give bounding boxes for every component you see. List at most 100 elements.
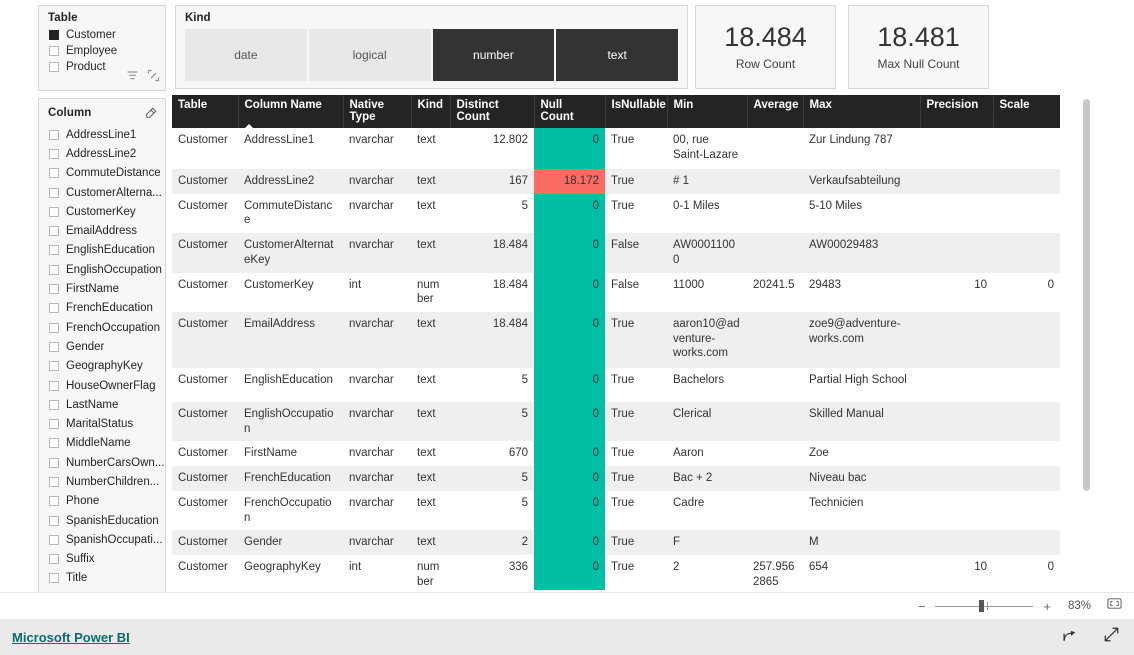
kind-button-text[interactable]: text [556,29,678,81]
column-slicer-item[interactable]: EnglishEducation [39,241,165,260]
checkbox-icon[interactable] [49,361,59,372]
column-header-scale[interactable]: Scale [993,95,1060,128]
table-slicer-footer[interactable] [126,69,160,87]
table-header-row[interactable]: Table Column Name Native Type Kind Distinct … [172,95,1060,128]
table-row[interactable]: Customer Gender nvarchar text 2 0 True F M [172,530,1060,556]
table-row[interactable]: Customer EnglishEducation nvarchar text 5 0 Tr… [172,368,1060,403]
checkbox-icon[interactable] [49,534,59,545]
column-slicer-item[interactable]: CustomerKey [39,202,165,221]
column-header-min[interactable]: Min [667,95,748,128]
column-slicer-list[interactable]: AddressLine1 AddressLine2 CommuteDistance C… [39,125,165,627]
checkbox-icon[interactable] [49,129,59,140]
kind-button-logical[interactable]: logical [308,29,431,81]
column-header-max[interactable]: Max [803,95,921,128]
kind-slicer-buttons[interactable]: date logical number text [185,29,678,81]
table-slicer-visual[interactable]: Table Customer Employee Product [38,5,166,91]
metadata-table-visual[interactable]: Table Column Name Native Type Kind Distinct … [172,95,1060,590]
kpi-card-row-count[interactable]: 18.484 Row Count [695,5,836,89]
column-slicer-item[interactable]: AddressLine2 [39,144,165,163]
table-slicer-item[interactable]: Customer [39,27,165,43]
table-row[interactable]: Customer CommuteDistance nvarchar text 5 0 Tru… [172,193,1060,234]
checkbox-icon[interactable] [49,496,59,507]
kpi-card-max-null-count[interactable]: 18.481 Max Null Count [848,5,989,89]
table-row[interactable]: Customer AddressLine2 nvarchar text 167 18.17… [172,169,1060,194]
checkbox-icon[interactable] [49,187,59,198]
table-row[interactable]: Customer AddressLine1 nvarchar text 12.802 0 T… [172,128,1060,169]
checkbox-icon[interactable] [49,148,59,159]
column-slicer-item[interactable]: FrenchEducation [39,299,165,318]
checkbox-icon[interactable] [49,226,59,237]
powerbi-brand-link[interactable]: Microsoft Power BI [12,630,130,645]
checkbox-icon[interactable] [49,62,59,72]
checkbox-icon[interactable] [49,399,59,410]
fit-to-page-icon[interactable] [1107,597,1122,615]
checkbox-icon[interactable] [49,303,59,314]
checkbox-icon[interactable] [49,438,59,449]
kind-button-date[interactable]: date [185,29,307,81]
column-header-native-type[interactable]: Native Type [343,95,412,128]
column-header-table[interactable]: Table [172,95,239,128]
column-slicer-item[interactable]: MaritalStatus [39,414,165,433]
eraser-icon[interactable] [144,105,157,121]
checkbox-icon[interactable] [49,457,59,468]
column-slicer-item[interactable]: SpanishEducation [39,511,165,530]
table-row[interactable]: Customer CustomerKey int number 18.484 0 False… [172,272,1060,313]
matrix-vertical-scrollbar[interactable] [1083,99,1090,589]
checkbox-icon[interactable] [49,245,59,256]
checkbox-icon[interactable] [49,573,59,584]
column-header-precision[interactable]: Precision [920,95,994,128]
column-slicer-item[interactable]: NumberCarsOwn... [39,453,165,472]
checkbox-icon[interactable] [49,322,59,333]
focus-mode-icon[interactable] [147,69,160,87]
checkbox-icon[interactable] [49,284,59,295]
column-header-null-count[interactable]: Null Count [534,95,606,128]
column-slicer-visual[interactable]: Column AddressLine1 AddressLine2 CommuteDi… [38,98,166,623]
column-slicer-item[interactable]: HouseOwnerFlag [39,376,165,395]
checkbox-icon[interactable] [49,515,59,526]
table-row[interactable]: Customer FrenchOccupation nvarchar text 5 0 Tr… [172,490,1060,531]
zoom-out-button[interactable]: − [918,600,926,613]
checkbox-icon[interactable] [49,380,59,391]
column-slicer-item[interactable]: Suffix [39,550,165,569]
footer-actions[interactable] [1062,626,1120,648]
column-slicer-item[interactable]: FirstName [39,279,165,298]
checkbox-icon[interactable] [49,168,59,179]
table-row[interactable]: Customer GeographyKey int number 336 0 True 2 25… [172,555,1060,590]
kind-slicer-visual[interactable]: Kind date logical number text [175,5,688,89]
column-slicer-item[interactable]: Gender [39,337,165,356]
table-slicer-item[interactable]: Employee [39,43,165,59]
table-row[interactable]: Customer EmailAddress nvarchar text 18.484 0 T… [172,312,1060,369]
table-row[interactable]: Customer FirstName nvarchar text 670 0 True Aar… [172,441,1060,467]
column-slicer-item[interactable]: CustomerAlterna... [39,183,165,202]
column-slicer-item[interactable]: FrenchOccupation [39,318,165,337]
checkbox-icon[interactable] [49,264,59,275]
column-slicer-item[interactable]: EmailAddress [39,221,165,240]
zoom-in-button[interactable]: + [1043,600,1051,613]
checkbox-icon[interactable] [49,206,59,217]
table-row[interactable]: Customer FrenchEducation nvarchar text 5 0 Tru… [172,466,1060,491]
column-slicer-item[interactable]: GeographyKey [39,357,165,376]
column-header-distinct-count[interactable]: Distinct Count [450,95,535,128]
checkbox-checked-icon[interactable] [49,30,59,40]
matrix-scrollbar-thumb[interactable] [1083,99,1090,491]
column-header-average[interactable]: Average [747,95,804,128]
column-header-isnullable[interactable]: IsNullable [605,95,668,128]
filter-icon[interactable] [126,69,139,87]
column-slicer-item[interactable]: Phone [39,492,165,511]
column-slicer-item[interactable]: SpanishOccupati... [39,530,165,549]
column-slicer-item[interactable]: LastName [39,395,165,414]
column-slicer-item[interactable]: CommuteDistance [39,164,165,183]
column-slicer-item[interactable]: AddressLine1 [39,125,165,144]
column-header-column-name[interactable]: Column Name [238,95,344,128]
checkbox-icon[interactable] [49,476,59,487]
column-slicer-item[interactable]: MiddleName [39,434,165,453]
column-slicer-item[interactable]: NumberChildren... [39,472,165,491]
column-header-kind[interactable]: Kind [411,95,451,128]
table-row[interactable]: Customer EnglishOccupation nvarchar text 5 0 T… [172,402,1060,442]
zoom-slider[interactable] [935,600,1034,612]
table-slicer-list[interactable]: Customer Employee Product [39,27,165,75]
column-slicer-item[interactable]: EnglishOccupation [39,260,165,279]
checkbox-icon[interactable] [49,341,59,352]
checkbox-icon[interactable] [49,554,59,565]
share-icon[interactable] [1062,626,1079,648]
